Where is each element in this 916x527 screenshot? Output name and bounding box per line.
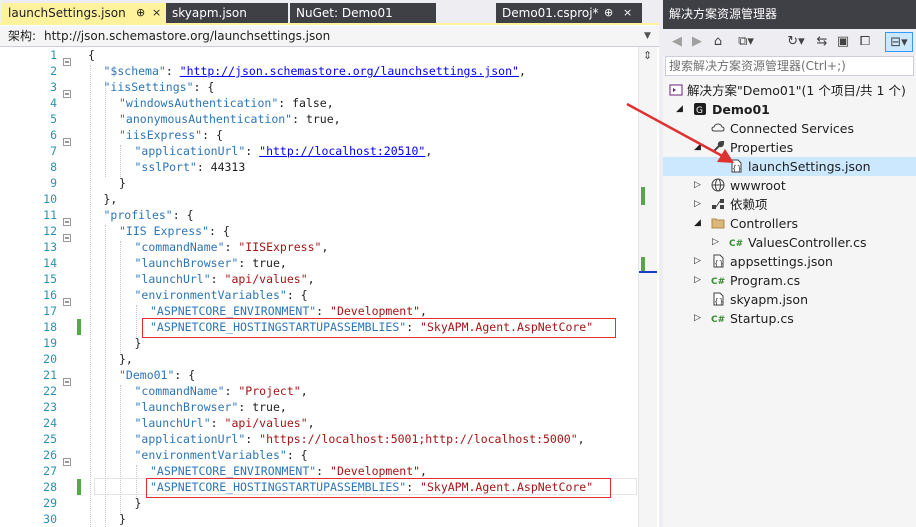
annotation-arrow: [626, 102, 734, 163]
